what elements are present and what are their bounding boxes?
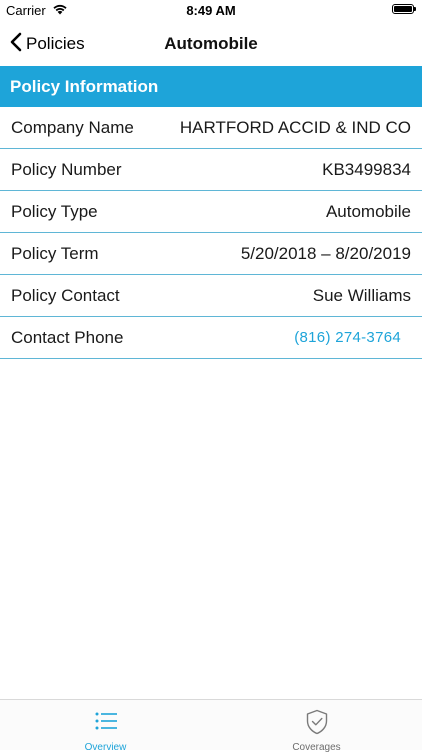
row-label: Policy Term xyxy=(11,243,99,263)
battery-icon xyxy=(392,4,416,14)
tab-overview[interactable]: Overview xyxy=(0,700,211,753)
row-policy-number: Policy Number KB3499834 xyxy=(0,149,422,191)
row-label: Company Name xyxy=(11,117,134,137)
policy-info-list: Company Name HARTFORD ACCID & IND CO Pol… xyxy=(0,107,422,359)
row-policy-contact: Policy Contact Sue Williams xyxy=(0,275,422,317)
row-value: Sue Williams xyxy=(312,285,411,305)
tab-bar: Overview Coverages xyxy=(0,699,422,753)
row-label: Contact Phone xyxy=(11,327,124,347)
status-bar: Carrier 8:49 AM xyxy=(0,0,422,22)
contact-phone-link[interactable]: (816) 274-3764 xyxy=(294,329,401,346)
row-value: Automobile xyxy=(325,201,411,221)
tab-label: Overview xyxy=(84,742,127,753)
row-value: 5/20/2018 – 8/20/2019 xyxy=(240,243,411,263)
row-label: Policy Type xyxy=(11,201,98,221)
shield-check-icon xyxy=(305,709,329,735)
row-policy-term: Policy Term 5/20/2018 – 8/20/2019 xyxy=(0,233,422,275)
row-value: HARTFORD ACCID & IND CO xyxy=(179,117,411,137)
row-contact-phone: Contact Phone (816) 274-3764 xyxy=(0,317,422,359)
row-company-name: Company Name HARTFORD ACCID & IND CO xyxy=(0,107,422,149)
section-header-policy-information: Policy Information xyxy=(0,66,422,107)
row-label: Policy Contact xyxy=(11,285,120,305)
row-policy-type: Policy Type Automobile xyxy=(0,191,422,233)
page-title: Automobile xyxy=(164,34,258,53)
status-time: 8:49 AM xyxy=(186,3,236,18)
row-label: Policy Number xyxy=(11,159,122,179)
status-right xyxy=(392,4,416,14)
tab-coverages[interactable]: Coverages xyxy=(211,700,422,753)
tab-label: Coverages xyxy=(292,742,341,753)
row-value: KB3499834 xyxy=(322,159,411,179)
list-icon xyxy=(94,709,118,733)
navigation-bar: Policies Automobile xyxy=(0,22,422,66)
